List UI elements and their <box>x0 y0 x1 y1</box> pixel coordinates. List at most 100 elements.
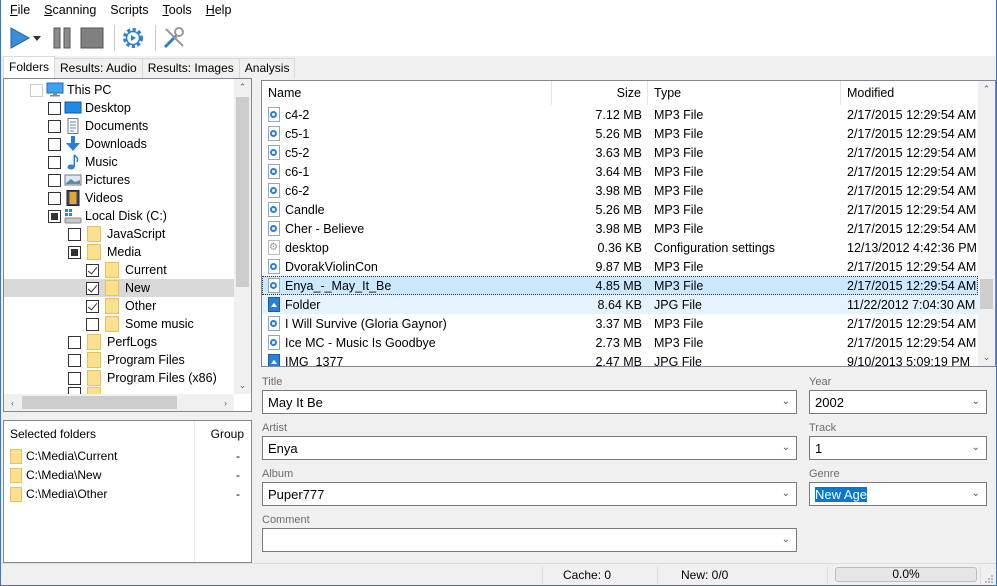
tab-results-images[interactable]: Results: Images <box>141 58 240 78</box>
tree-item[interactable]: Documents <box>4 117 234 135</box>
chevron-down-icon[interactable]: ⌄ <box>782 396 790 407</box>
tree-item[interactable]: JavaScript <box>4 225 234 243</box>
start-scan-button[interactable] <box>7 25 33 51</box>
tree-item[interactable]: Program Files (x86) <box>4 369 234 387</box>
tab-results-audio[interactable]: Results: Audio <box>54 58 143 78</box>
tree-checkbox[interactable] <box>48 101 61 115</box>
file-row[interactable]: I Will Survive (Gloria Gaynor) 3.37 MB MP3… <box>262 314 978 333</box>
column-header-modified[interactable]: Modified <box>841 81 978 105</box>
scroll-up-button[interactable]: ⌃ <box>234 79 251 96</box>
scroll-down-button[interactable]: ⌄ <box>978 349 995 366</box>
file-row[interactable]: c6-2 3.98 MB MP3 File 2/17/2015 12:29:54 AM <box>262 181 978 200</box>
comment-combobox[interactable]: ⌄ <box>262 528 797 552</box>
menu-scanning[interactable]: Scanning <box>37 0 103 20</box>
tree-item[interactable]: Videos <box>4 189 234 207</box>
file-row[interactable]: Folder 8.64 KB JPG File 11/22/2012 7:04:30 … <box>262 295 978 314</box>
chevron-down-icon[interactable]: ⌄ <box>782 442 790 453</box>
selected-folder-item[interactable]: C:\Media\Other - <box>10 485 244 503</box>
tree-checkbox[interactable] <box>48 155 61 169</box>
tree-item[interactable]: Some music <box>4 315 234 333</box>
tree-checkbox[interactable] <box>48 173 61 187</box>
column-header-type[interactable]: Type <box>648 81 841 105</box>
album-combobox[interactable]: Puper777 ⌄ <box>262 482 797 506</box>
resize-grip-icon[interactable] <box>983 573 993 583</box>
tree-checkbox[interactable] <box>68 353 81 367</box>
chevron-down-icon[interactable]: ⌄ <box>782 488 790 499</box>
genre-combobox[interactable]: New Age ⌄ <box>809 482 987 506</box>
menu-scripts[interactable]: Scripts <box>103 0 155 20</box>
tab-folders[interactable]: Folders <box>3 56 56 78</box>
menu-help[interactable]: Help <box>199 0 239 20</box>
scroll-left-button[interactable]: ‹ <box>4 394 21 411</box>
tree-checkbox[interactable] <box>68 227 81 241</box>
file-list-scrollbar[interactable]: ⌃ ⌄ <box>978 81 995 366</box>
tree-item[interactable]: Program Files <box>4 351 234 369</box>
tree-item-label: Other <box>125 299 157 313</box>
file-row[interactable]: DvorakViolinCon 9.87 MB MP3 File 2/17/2015 … <box>262 257 978 276</box>
chevron-down-icon[interactable]: ⌄ <box>972 396 980 407</box>
tree-item[interactable]: Current <box>4 261 234 279</box>
file-row[interactable]: Ice MC - Music Is Goodbye 2.73 MB MP3 File… <box>262 333 978 352</box>
chevron-down-icon[interactable]: ⌄ <box>972 442 980 453</box>
file-row[interactable]: Cher - Believe 3.98 MB MP3 File 2/17/2015 1… <box>262 219 978 238</box>
scroll-right-button[interactable]: › <box>217 394 234 411</box>
tree-item[interactable]: Local Disk (C:) <box>4 207 234 225</box>
tree-checkbox[interactable] <box>68 335 81 349</box>
file-row[interactable]: c5-2 3.63 MB MP3 File 2/17/2015 12:29:54 AM <box>262 143 978 162</box>
pause-button[interactable] <box>49 25 75 51</box>
tree-item[interactable]: Downloads <box>4 135 234 153</box>
tab-analysis[interactable]: Analysis <box>238 58 296 78</box>
title-combobox[interactable]: May It Be ⌄ <box>262 390 797 414</box>
tree-item[interactable]: This PC <box>4 81 234 99</box>
chevron-down-icon[interactable]: ⌄ <box>972 488 980 499</box>
scroll-thumb[interactable] <box>22 396 177 409</box>
tree-checkbox[interactable] <box>86 281 99 295</box>
tree-checkbox[interactable] <box>48 191 61 205</box>
file-row[interactable]: desktop 0.36 KB Configuration settings 12/1… <box>262 238 978 257</box>
file-row[interactable]: IMG_1377 2.47 MB JPG File 9/10/2013 5:09:19… <box>262 352 978 366</box>
scroll-up-button[interactable]: ⌃ <box>978 81 995 98</box>
column-header-name[interactable]: Name <box>262 81 552 105</box>
tree-item[interactable]: PerfLogs <box>4 333 234 351</box>
tree-item[interactable]: Pictures <box>4 171 234 189</box>
column-header-size[interactable]: Size <box>552 81 648 105</box>
stop-button[interactable] <box>79 25 105 51</box>
tree-vertical-scrollbar[interactable]: ⌃ ⌄ <box>234 79 251 394</box>
file-row[interactable]: Enya_-_May_It_Be 4.85 MB MP3 File 2/17/2015… <box>262 276 978 295</box>
tree-checkbox[interactable] <box>86 317 99 331</box>
selected-folders-header[interactable]: Selected folders <box>10 427 96 441</box>
scroll-thumb[interactable] <box>236 97 249 287</box>
tree-checkbox[interactable] <box>48 137 61 151</box>
group-header[interactable]: Group <box>211 427 244 441</box>
file-row[interactable]: Candle 5.26 MB MP3 File 2/17/2015 12:29:54 … <box>262 200 978 219</box>
tree-checkbox[interactable] <box>86 263 99 277</box>
tree-item[interactable]: New <box>4 279 234 297</box>
chevron-down-icon[interactable]: ⌄ <box>782 534 790 545</box>
tree-checkbox[interactable] <box>30 83 43 97</box>
file-row[interactable]: c5-1 5.26 MB MP3 File 2/17/2015 12:29:54 AM <box>262 124 978 143</box>
tree-item[interactable]: Music <box>4 153 234 171</box>
tree-horizontal-scrollbar[interactable]: ‹ › <box>4 394 234 411</box>
tree-item[interactable]: Desktop <box>4 99 234 117</box>
tree-item[interactable]: Media <box>4 243 234 261</box>
settings-button[interactable] <box>120 25 146 51</box>
year-combobox[interactable]: 2002 ⌄ <box>809 390 987 414</box>
menu-file[interactable]: File <box>3 0 37 20</box>
tools-button[interactable] <box>161 25 187 51</box>
scroll-down-button[interactable]: ⌄ <box>234 377 251 394</box>
tree-checkbox[interactable] <box>86 299 99 313</box>
file-row[interactable]: c6-1 3.64 MB MP3 File 2/17/2015 12:29:54 AM <box>262 162 978 181</box>
menu-tools[interactable]: Tools <box>156 0 199 20</box>
scroll-thumb[interactable] <box>980 279 993 309</box>
tree-checkbox[interactable] <box>48 209 61 223</box>
tree-checkbox[interactable] <box>68 245 81 259</box>
artist-combobox[interactable]: Enya ⌄ <box>262 436 797 460</box>
selected-folder-item[interactable]: C:\Media\New - <box>10 466 244 484</box>
selected-folder-item[interactable]: C:\Media\Current - <box>10 447 244 465</box>
start-dropdown-button[interactable] <box>33 25 43 51</box>
tree-checkbox[interactable] <box>48 119 61 133</box>
file-row[interactable]: c4-2 7.12 MB MP3 File 2/17/2015 12:29:54 AM <box>262 105 978 124</box>
track-combobox[interactable]: 1 ⌄ <box>809 436 987 460</box>
tree-checkbox[interactable] <box>68 371 81 385</box>
tree-item[interactable]: Other <box>4 297 234 315</box>
